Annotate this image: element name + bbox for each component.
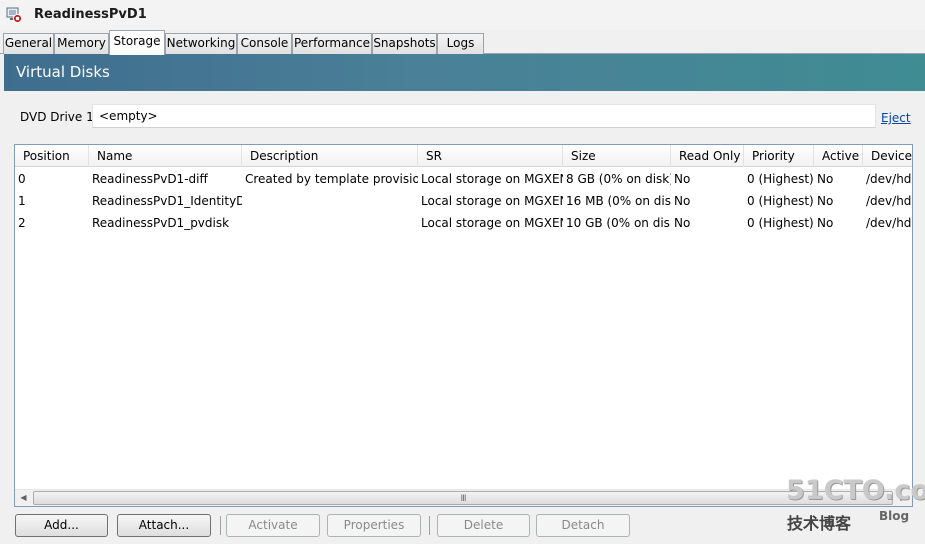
- cell-priority: 0 (Highest): [747, 194, 814, 208]
- dvd-drive-label: DVD Drive 1:: [20, 110, 98, 124]
- cell-sr: Local storage on MGXEN: [421, 216, 563, 230]
- cell-description: Created by template provisioner: [245, 172, 418, 186]
- column-header-name[interactable]: Name: [89, 145, 242, 167]
- cell-device: /dev/hda: [866, 172, 912, 186]
- column-header-device[interactable]: Device P: [863, 145, 912, 167]
- toolbar-separator: [429, 516, 430, 535]
- vm-stopped-icon: [6, 7, 22, 23]
- section-header: Virtual Disks: [4, 54, 925, 91]
- dvd-drive-select[interactable]: <empty>: [92, 104, 876, 128]
- column-header-read-only[interactable]: Read Only: [671, 145, 744, 167]
- cell-size: 10 GB (0% on disk): [566, 216, 671, 230]
- cell-size: 8 GB (0% on disk): [566, 172, 671, 186]
- cell-device: /dev/hdc: [866, 216, 913, 230]
- cell-position: 0: [18, 172, 26, 186]
- cell-sr: Local storage on MGXEN: [421, 194, 563, 208]
- cell-name: ReadinessPvD1-diff: [92, 172, 208, 186]
- tab-networking[interactable]: Networking: [165, 33, 237, 54]
- title-bar: ReadinessPvD1: [0, 0, 925, 30]
- table-row[interactable]: 2 ReadinessPvD1_pvdisk Local storage on …: [15, 212, 912, 234]
- tab-snapshots[interactable]: Snapshots: [372, 33, 437, 54]
- cell-active: No: [817, 216, 834, 230]
- column-header-sr[interactable]: SR: [418, 145, 563, 167]
- cell-read-only: No: [674, 194, 691, 208]
- tab-strip: General Memory Storage Networking Consol…: [0, 30, 925, 55]
- cell-position: 1: [18, 194, 26, 208]
- cell-read-only: No: [674, 216, 691, 230]
- tab-memory[interactable]: Memory: [54, 33, 109, 54]
- tab-logs[interactable]: Logs: [437, 33, 484, 54]
- cell-sr: Local storage on MGXEN: [421, 172, 563, 186]
- cell-active: No: [817, 172, 834, 186]
- cell-name: ReadinessPvD1_pvdisk: [92, 216, 230, 230]
- column-header-size[interactable]: Size: [563, 145, 671, 167]
- cell-priority: 0 (Highest): [747, 216, 814, 230]
- scrollbar-thumb[interactable]: III: [33, 491, 893, 505]
- attach-button[interactable]: Attach...: [117, 514, 211, 537]
- horizontal-scrollbar[interactable]: ◀ III ▶: [15, 489, 912, 506]
- grid-header: Position Name Description SR Size Read O…: [15, 145, 912, 167]
- delete-button[interactable]: Delete: [437, 514, 530, 537]
- column-header-active[interactable]: Active: [814, 145, 863, 167]
- watermark-blog: Blog: [879, 509, 910, 523]
- virtual-disks-grid[interactable]: Position Name Description SR Size Read O…: [14, 144, 913, 507]
- cell-position: 2: [18, 216, 26, 230]
- cell-description: [242, 190, 418, 212]
- cell-description: [242, 212, 418, 234]
- table-row[interactable]: 1 ReadinessPvD1_IdentityDisk Local stora…: [15, 190, 912, 212]
- tab-storage[interactable]: Storage: [109, 30, 165, 55]
- cell-size: 16 MB (0% on disk): [566, 194, 671, 208]
- tab-console[interactable]: Console: [237, 33, 292, 54]
- cell-active: No: [817, 194, 834, 208]
- column-header-priority[interactable]: Priority: [744, 145, 814, 167]
- toolbar-separator: [220, 516, 221, 535]
- column-header-description[interactable]: Description: [242, 145, 418, 167]
- cell-priority: 0 (Highest): [747, 172, 814, 186]
- cell-read-only: No: [674, 172, 691, 186]
- watermark-subtitle: 技术博客: [787, 514, 852, 533]
- scroll-left-arrow-icon[interactable]: ◀: [15, 490, 32, 506]
- cell-device: /dev/hdb: [866, 194, 912, 208]
- eject-link[interactable]: Eject: [881, 111, 911, 125]
- tab-performance[interactable]: Performance: [292, 33, 372, 54]
- window-title: ReadinessPvD1: [34, 7, 147, 22]
- properties-button[interactable]: Properties: [327, 514, 421, 537]
- scrollbar-grip: III: [460, 494, 467, 504]
- cell-name: ReadinessPvD1_IdentityDisk: [92, 194, 242, 208]
- column-header-position[interactable]: Position: [15, 145, 89, 167]
- table-row[interactable]: 0 ReadinessPvD1-diff Created by template…: [15, 168, 912, 190]
- detach-button[interactable]: Detach: [536, 514, 630, 537]
- add-button[interactable]: Add...: [15, 514, 108, 537]
- watermark-logo: 51CTO.com: [786, 475, 925, 506]
- tab-general[interactable]: General: [3, 33, 54, 54]
- activate-button[interactable]: Activate: [226, 514, 320, 537]
